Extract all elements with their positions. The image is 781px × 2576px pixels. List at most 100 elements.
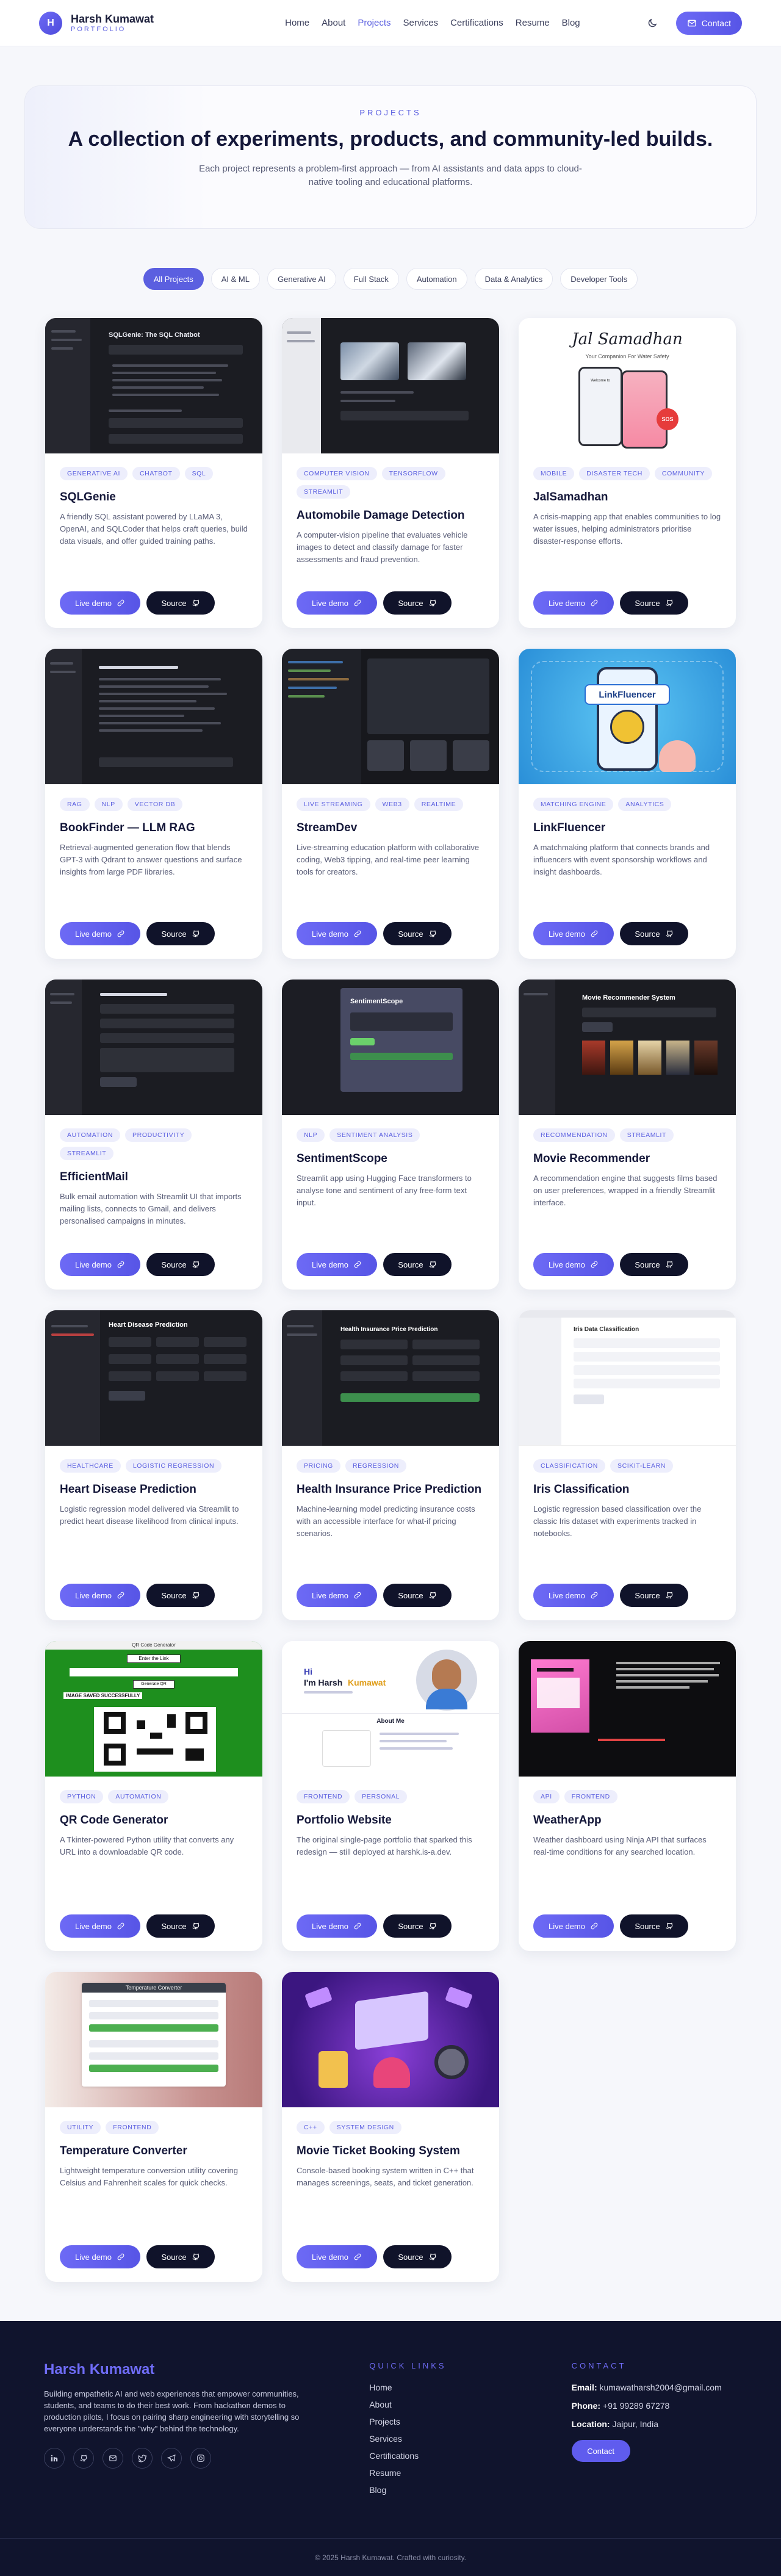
live-demo-button[interactable]: Live demo bbox=[297, 1914, 377, 1938]
project-tag: TENSORFLOW bbox=[381, 467, 445, 480]
thumbnail-last-name: Kumawat bbox=[348, 1678, 386, 1687]
nav-link-resume[interactable]: Resume bbox=[516, 18, 550, 28]
project-tag: REALTIME bbox=[414, 798, 464, 811]
source-label: Source bbox=[161, 1590, 187, 1600]
source-button[interactable]: Source bbox=[620, 922, 688, 945]
filter-generative-ai[interactable]: Generative AI bbox=[267, 268, 336, 290]
filter-all-projects[interactable]: All Projects bbox=[143, 268, 204, 290]
email-value[interactable]: kumawatharsh2004@gmail.com bbox=[600, 2383, 722, 2392]
live-demo-button[interactable]: Live demo bbox=[297, 2245, 377, 2268]
source-button[interactable]: Source bbox=[146, 1253, 215, 1276]
source-button[interactable]: Source bbox=[620, 1253, 688, 1276]
filter-full-stack[interactable]: Full Stack bbox=[343, 268, 399, 290]
twitter-icon[interactable] bbox=[132, 2448, 153, 2469]
source-label: Source bbox=[635, 1921, 660, 1931]
filter-automation[interactable]: Automation bbox=[406, 268, 467, 290]
source-button[interactable]: Source bbox=[383, 922, 452, 945]
contact-email: Email: kumawatharsh2004@gmail.com bbox=[572, 2379, 737, 2396]
live-demo-button[interactable]: Live demo bbox=[533, 1253, 614, 1276]
project-card: SentimentScope NLP SENTIMENT ANALYSIS Se… bbox=[282, 980, 499, 1290]
live-demo-button[interactable]: Live demo bbox=[60, 591, 140, 615]
github-icon bbox=[192, 599, 199, 607]
live-demo-label: Live demo bbox=[75, 1921, 112, 1931]
location-label: Location: bbox=[571, 2419, 610, 2429]
brand-logo: H bbox=[39, 11, 62, 35]
source-button[interactable]: Source bbox=[383, 1584, 452, 1607]
source-button[interactable]: Source bbox=[146, 1584, 215, 1607]
source-button[interactable]: Source bbox=[146, 1914, 215, 1938]
nav-link-services[interactable]: Services bbox=[403, 18, 439, 28]
source-label: Source bbox=[161, 1921, 187, 1931]
footer-link-home[interactable]: Home bbox=[369, 2379, 534, 2396]
link-icon bbox=[117, 1922, 124, 1930]
project-title: Iris Classification bbox=[533, 1483, 630, 1496]
github-icon bbox=[192, 1592, 199, 1599]
project-card: RAG NLP VECTOR DB BookFinder — LLM RAG R… bbox=[45, 649, 262, 959]
nav-link-about[interactable]: About bbox=[322, 18, 345, 28]
live-demo-button[interactable]: Live demo bbox=[60, 1253, 140, 1276]
telegram-icon[interactable] bbox=[161, 2448, 182, 2469]
nav-link-projects[interactable]: Projects bbox=[358, 18, 390, 28]
source-button[interactable]: Source bbox=[146, 2245, 215, 2268]
linkedin-icon[interactable] bbox=[44, 2448, 65, 2469]
project-card: SQLGenie: The SQL Chatbot GENERATIVE AI … bbox=[45, 318, 262, 628]
live-demo-button[interactable]: Live demo bbox=[297, 1584, 377, 1607]
footer-link-resume[interactable]: Resume bbox=[369, 2464, 534, 2481]
source-button[interactable]: Source bbox=[383, 2245, 452, 2268]
live-demo-button[interactable]: Live demo bbox=[533, 591, 614, 615]
github-icon[interactable] bbox=[73, 2448, 94, 2469]
theme-toggle-moon-icon[interactable] bbox=[644, 15, 660, 31]
project-description: Console-based booking system written in … bbox=[297, 2166, 474, 2187]
project-tag: PRODUCTIVITY bbox=[125, 1128, 192, 1142]
project-tag: FRONTEND bbox=[106, 2121, 159, 2134]
live-demo-button[interactable]: Live demo bbox=[60, 2245, 140, 2268]
source-label: Source bbox=[398, 1260, 423, 1269]
live-demo-button[interactable]: Live demo bbox=[533, 922, 614, 945]
live-demo-button[interactable]: Live demo bbox=[60, 1584, 140, 1607]
live-demo-button[interactable]: Live demo bbox=[60, 1914, 140, 1938]
footer-link-services[interactable]: Services bbox=[369, 2430, 534, 2447]
project-tag: SENTIMENT ANALYSIS bbox=[329, 1128, 420, 1142]
footer-contact-button[interactable]: Contact bbox=[571, 2440, 630, 2462]
footer-link-blog[interactable]: Blog bbox=[369, 2481, 534, 2498]
source-button[interactable]: Source bbox=[383, 1914, 452, 1938]
project-thumbnail: Health Insurance Price Prediction bbox=[282, 1310, 499, 1446]
source-button[interactable]: Source bbox=[383, 591, 452, 615]
footer-description: Building empathetic AI and web experienc… bbox=[44, 2389, 300, 2433]
live-demo-button[interactable]: Live demo bbox=[297, 922, 377, 945]
thumbnail-saved-message: IMAGE SAVED SUCCESSFULLY bbox=[63, 1692, 143, 1699]
thumbnail-heading: Temperature Converter bbox=[82, 1983, 226, 1993]
phone-value[interactable]: +91 99289 67278 bbox=[603, 2401, 669, 2411]
instagram-icon[interactable] bbox=[190, 2448, 211, 2469]
project-thumbnail bbox=[519, 1641, 736, 1777]
source-label: Source bbox=[398, 598, 423, 608]
footer-link-about[interactable]: About bbox=[369, 2396, 534, 2413]
source-button[interactable]: Source bbox=[146, 591, 215, 615]
source-button[interactable]: Source bbox=[620, 1914, 688, 1938]
live-demo-label: Live demo bbox=[75, 929, 112, 939]
source-button[interactable]: Source bbox=[620, 591, 688, 615]
source-button[interactable]: Source bbox=[383, 1253, 452, 1276]
footer-name: Harsh Kumawat bbox=[44, 2361, 155, 2378]
live-demo-button[interactable]: Live demo bbox=[533, 1584, 614, 1607]
project-tag: NLP bbox=[297, 1128, 325, 1142]
nav-link-certifications[interactable]: Certifications bbox=[450, 18, 503, 28]
live-demo-button[interactable]: Live demo bbox=[533, 1914, 614, 1938]
filter-ai-ml[interactable]: AI & ML bbox=[211, 268, 260, 290]
footer-link-certifications[interactable]: Certifications bbox=[369, 2447, 534, 2464]
live-demo-button[interactable]: Live demo bbox=[297, 591, 377, 615]
brand[interactable]: H Harsh Kumawat PORTFOLIO bbox=[39, 11, 154, 35]
footer-link-projects[interactable]: Projects bbox=[369, 2413, 534, 2430]
email-icon[interactable] bbox=[103, 2448, 123, 2469]
source-button[interactable]: Source bbox=[146, 922, 215, 945]
live-demo-button[interactable]: Live demo bbox=[297, 1253, 377, 1276]
nav-link-home[interactable]: Home bbox=[285, 18, 309, 28]
filter-developer-tools[interactable]: Developer Tools bbox=[560, 268, 638, 290]
filter-data-analytics[interactable]: Data & Analytics bbox=[474, 268, 553, 290]
nav-contact-button[interactable]: Contact bbox=[675, 11, 742, 35]
live-demo-button[interactable]: Live demo bbox=[60, 922, 140, 945]
source-button[interactable]: Source bbox=[620, 1584, 688, 1607]
nav-link-blog[interactable]: Blog bbox=[562, 18, 580, 28]
project-description: Logistic regression based classification… bbox=[533, 1504, 702, 1538]
project-title: SentimentScope bbox=[297, 1152, 387, 1165]
